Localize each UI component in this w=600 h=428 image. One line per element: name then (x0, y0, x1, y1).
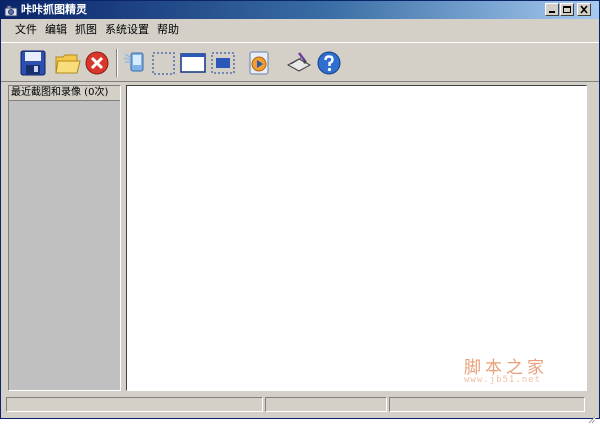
open-folder-icon (55, 54, 81, 74)
status-cell-3 (389, 397, 585, 412)
preview-area[interactable] (126, 85, 587, 391)
save-button[interactable] (19, 49, 47, 77)
minimize-button[interactable] (545, 3, 559, 16)
status-cell-1 (6, 397, 263, 412)
open-button[interactable] (53, 49, 81, 77)
help-button[interactable] (315, 49, 343, 77)
app-window: 咔咔抓图精灵 文件 编辑 抓图 系统设置 帮助 最近截图和录像 (0次) 脚本之… (0, 0, 600, 424)
capture-screen-icon (123, 52, 144, 72)
recent-captures-title: 最近截图和录像 (0次) (11, 87, 109, 98)
capture-window-icon (180, 53, 206, 73)
resize-grip-icon[interactable] (585, 409, 597, 424)
menu-edit[interactable]: 编辑 (45, 23, 67, 37)
menu-system-settings[interactable]: 系统设置 (105, 23, 149, 37)
menu-file[interactable]: 文件 (15, 23, 37, 37)
status-bar (1, 393, 599, 417)
title-bar[interactable]: 咔咔抓图精灵 (1, 1, 599, 19)
menu-bar: 文件 编辑 抓图 系统设置 帮助 (1, 20, 599, 40)
settings-icon (286, 52, 312, 72)
record-button[interactable] (245, 49, 273, 77)
toolbar-separator (116, 49, 118, 77)
watermark-url: www.jb51.net (464, 375, 542, 385)
minimize-icon (549, 11, 555, 13)
close-button[interactable] (577, 3, 591, 16)
capture-object-button[interactable] (209, 49, 237, 77)
recent-captures-panel[interactable]: 最近截图和录像 (0次) (8, 85, 121, 391)
capture-region-button[interactable] (149, 49, 177, 77)
camera-icon[interactable] (4, 3, 18, 17)
capture-screen-button[interactable] (121, 49, 149, 77)
capture-object-icon (211, 52, 235, 74)
record-icon (249, 51, 269, 75)
settings-button[interactable] (285, 49, 313, 77)
menu-help[interactable]: 帮助 (157, 23, 179, 37)
toolbar (1, 42, 599, 82)
window-title: 咔咔抓图精灵 (21, 3, 87, 16)
capture-region-icon (152, 52, 175, 75)
status-cell-2 (265, 397, 387, 412)
save-icon (20, 50, 46, 76)
delete-icon (85, 51, 109, 75)
capture-window-button[interactable] (179, 49, 207, 77)
help-icon (317, 51, 341, 75)
panel-header: 最近截图和录像 (0次) (9, 86, 120, 101)
watermark: 脚本之家 www.jb51.net (456, 353, 586, 389)
delete-button[interactable] (83, 49, 111, 77)
close-icon (580, 5, 588, 14)
right-edge (587, 85, 593, 391)
maximize-icon (563, 6, 571, 13)
menu-capture[interactable]: 抓图 (75, 23, 97, 37)
maximize-button[interactable] (560, 3, 574, 16)
